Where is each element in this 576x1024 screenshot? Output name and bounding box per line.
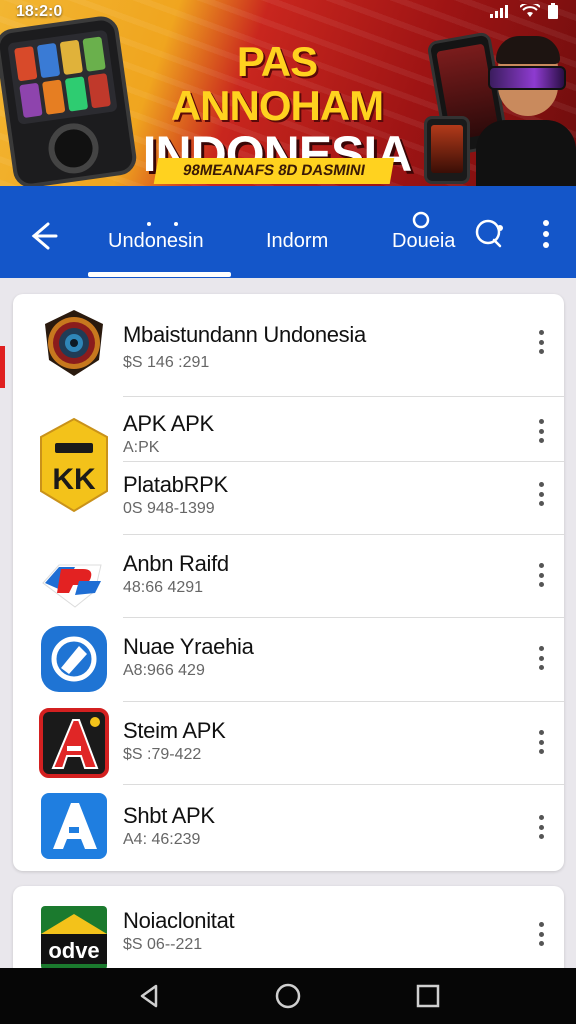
more-options-icon[interactable] xyxy=(534,563,548,587)
banner-person xyxy=(476,36,576,186)
list-item[interactable]: Steim APK $S :79-422 xyxy=(13,702,564,785)
app-list-card-2: odve Noiaclonitat $S 06--221 xyxy=(13,886,564,970)
app-list-card: Mbaistundann Undonesia $S 146 :291 KK AP… xyxy=(13,294,564,871)
odve-logo-icon: odve xyxy=(39,904,109,974)
blue-circle-logo-icon xyxy=(39,624,109,694)
list-item[interactable]: Anbn Raifd 48:66 4291 xyxy=(13,535,564,618)
list-item[interactable]: Shbt APK A4: 46:239 xyxy=(13,785,564,871)
app-name: APK APK xyxy=(123,411,214,436)
more-options-icon[interactable] xyxy=(534,922,548,946)
banner-phone-small xyxy=(424,116,470,184)
promo-banner[interactable]: PAS ANNOHAM INDONESIA 98MEANAFS 8D DASMI… xyxy=(0,0,576,186)
nav-home-icon[interactable] xyxy=(274,982,302,1010)
app-meta: $S 146 :291 xyxy=(123,354,210,371)
wifi-icon xyxy=(519,1,541,21)
banner-phone-left xyxy=(0,14,139,186)
app-name: Nuae Yraehia xyxy=(123,634,254,659)
status-time: 18:2:0 xyxy=(16,3,63,20)
battery-icon xyxy=(548,2,558,22)
app-meta: $S :79-422 xyxy=(123,746,202,763)
active-tab-underline xyxy=(88,272,231,277)
app-name: Steim APK xyxy=(123,718,226,743)
list-item[interactable]: odve Noiaclonitat $S 06--221 xyxy=(13,886,564,970)
list-item[interactable]: Mbaistundann Undonesia $S 146 :291 xyxy=(13,294,564,397)
red-blue-rp-logo-icon xyxy=(39,543,109,613)
more-options-icon[interactable] xyxy=(534,646,548,670)
status-bar: 18:2:0 xyxy=(0,0,576,24)
app-name: Anbn Raifd xyxy=(123,551,229,576)
roulette-wheel-icon xyxy=(39,308,109,378)
red-a-logo-icon xyxy=(39,708,109,778)
app-meta: 0S 948-1399 xyxy=(123,500,215,517)
back-arrow-icon[interactable] xyxy=(22,216,62,256)
app-meta: A4: 46:239 xyxy=(123,831,201,848)
more-options-icon[interactable] xyxy=(534,419,548,443)
more-options-icon[interactable] xyxy=(534,730,548,754)
chat-icon[interactable] xyxy=(472,216,508,252)
app-bar: Undonesin Indorm Doueia xyxy=(0,186,576,278)
app-name: Shbt APK xyxy=(123,803,215,828)
edge-marker xyxy=(0,346,5,388)
signal-icon xyxy=(490,4,512,21)
list-item[interactable]: KK APK APK A:PK xyxy=(13,397,564,513)
app-meta: 48:66 4291 xyxy=(123,579,204,596)
app-name: Noiaclonitat xyxy=(123,908,235,933)
more-options-icon[interactable] xyxy=(534,815,548,839)
bookmark-icon[interactable] xyxy=(406,210,436,230)
blue-a-logo-icon xyxy=(39,791,109,861)
banner-subtitle: 98MEANAFS 8D DASMINI xyxy=(153,158,395,184)
banner-title-line1: PAS ANNOHAM xyxy=(170,38,384,129)
nav-recents-icon[interactable] xyxy=(414,982,442,1010)
app-name: PlatabRPK xyxy=(123,472,228,497)
app-meta: $S 06--221 xyxy=(123,936,203,953)
tab-doueia[interactable]: Doueia xyxy=(392,230,455,253)
nav-back-icon[interactable] xyxy=(136,982,164,1010)
app-name: Mbaistundann Undonesia xyxy=(123,322,366,347)
svg-text:odve: odve xyxy=(48,938,99,963)
more-options-icon[interactable] xyxy=(534,482,548,506)
tab-undonesin[interactable]: Undonesin xyxy=(108,230,204,253)
app-meta: A:PK xyxy=(123,439,160,456)
more-options-icon[interactable] xyxy=(534,330,548,354)
system-nav-bar xyxy=(0,968,576,1024)
overflow-menu-icon[interactable] xyxy=(536,216,556,252)
tab-indicator-dots-icon xyxy=(146,214,186,226)
list-item[interactable]: PlatabRPK 0S 948-1399 xyxy=(13,462,564,535)
app-meta: A8:966 429 xyxy=(123,662,205,679)
tab-indorm[interactable]: Indorm xyxy=(266,230,328,253)
list-item[interactable]: Nuae Yraehia A8:966 429 xyxy=(13,618,564,702)
